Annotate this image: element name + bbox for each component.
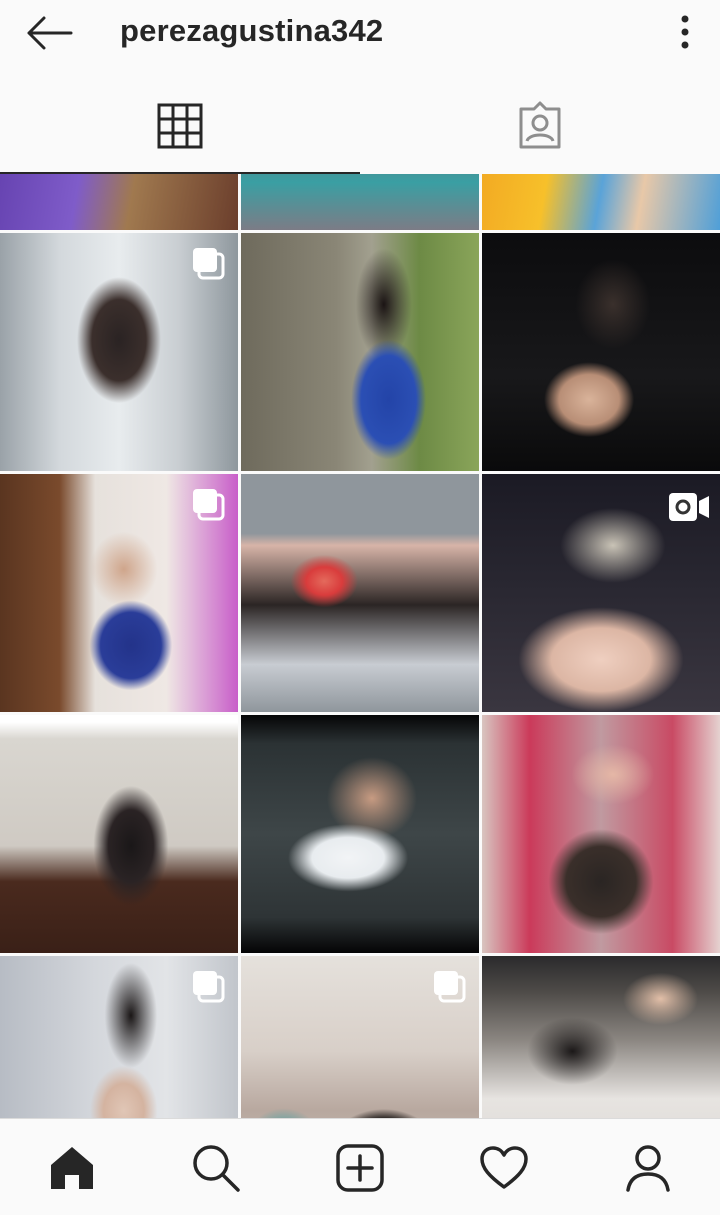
profile-tabs	[0, 78, 720, 174]
nav-activity[interactable]	[432, 1119, 576, 1215]
vertical-dots-icon	[681, 15, 689, 49]
carousel-icon	[434, 971, 466, 1003]
post-thumbnail[interactable]	[0, 956, 238, 1118]
tagged-person-icon	[519, 101, 561, 149]
post-thumbnail[interactable]	[241, 474, 479, 712]
post-thumbnail[interactable]	[482, 233, 720, 471]
post-photo	[482, 715, 720, 953]
carousel-icon	[193, 971, 225, 1003]
carousel-icon	[193, 248, 225, 280]
post-thumbnail[interactable]	[0, 715, 238, 953]
post-thumbnail[interactable]	[241, 233, 479, 471]
arrow-left-icon	[27, 16, 73, 50]
post-photo	[0, 174, 238, 230]
carousel-icon	[193, 489, 225, 521]
nav-search[interactable]	[144, 1119, 288, 1215]
post-photo	[241, 715, 479, 953]
post-thumbnail[interactable]	[482, 715, 720, 953]
plus-square-icon	[336, 1143, 384, 1192]
more-options-button[interactable]	[670, 10, 700, 54]
person-icon	[626, 1144, 670, 1192]
tab-grid[interactable]	[0, 78, 360, 174]
search-icon	[193, 1144, 240, 1192]
post-photo	[0, 715, 238, 953]
grid-icon	[157, 103, 203, 149]
posts-grid-viewport[interactable]	[0, 174, 720, 1118]
post-thumbnail[interactable]	[0, 233, 238, 471]
nav-profile[interactable]	[576, 1119, 720, 1215]
post-thumbnail[interactable]	[241, 956, 479, 1118]
profile-username: perezagustina342	[120, 13, 384, 48]
post-thumbnail[interactable]	[482, 174, 720, 230]
post-thumbnail[interactable]	[241, 715, 479, 953]
post-photo	[482, 233, 720, 471]
tab-tagged[interactable]	[360, 78, 720, 174]
post-photo	[241, 474, 479, 712]
heart-icon	[480, 1145, 528, 1189]
video-icon	[669, 493, 709, 521]
post-photo	[241, 174, 479, 230]
top-header: perezagustina342	[0, 0, 720, 70]
post-photo	[482, 956, 720, 1118]
posts-grid	[0, 174, 720, 1118]
post-thumbnail[interactable]	[241, 174, 479, 230]
back-button[interactable]	[14, 8, 84, 58]
nav-home[interactable]	[0, 1119, 144, 1215]
post-photo	[241, 233, 479, 471]
profile-posts-screen: perezagustina342	[0, 0, 720, 1215]
post-thumbnail[interactable]	[0, 174, 238, 230]
post-thumbnail[interactable]	[482, 474, 720, 712]
home-icon	[51, 1146, 93, 1189]
post-thumbnail[interactable]	[0, 474, 238, 712]
bottom-navigation	[0, 1118, 720, 1215]
post-thumbnail[interactable]	[482, 956, 720, 1118]
post-photo	[482, 174, 720, 230]
nav-new-post[interactable]	[288, 1119, 432, 1215]
